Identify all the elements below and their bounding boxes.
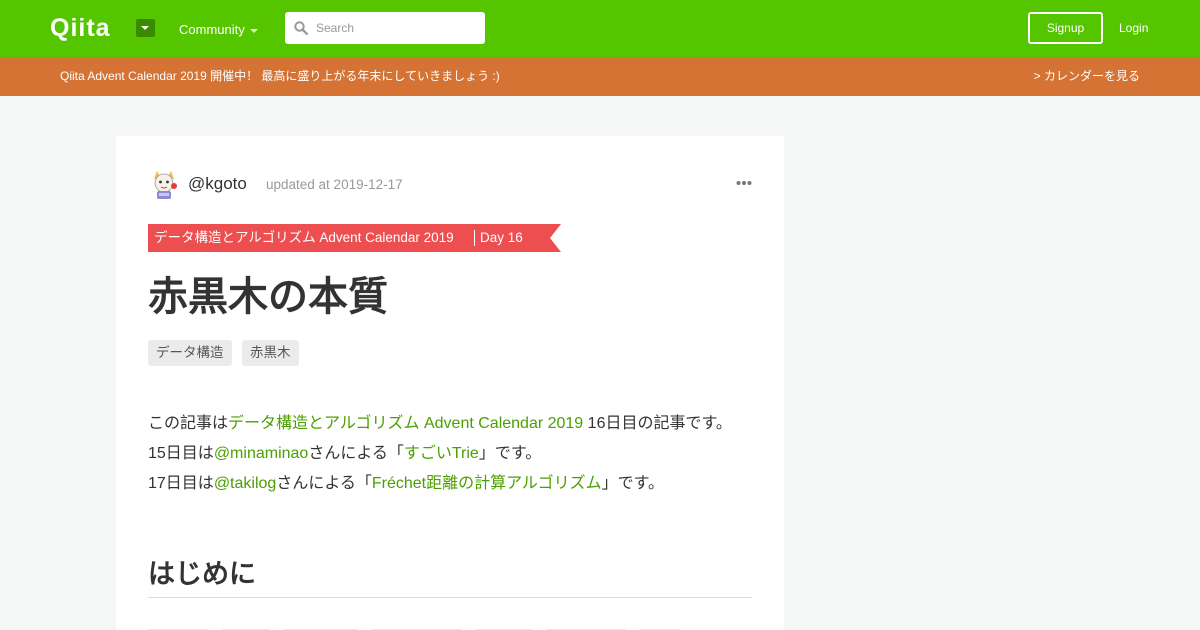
article-link-trie[interactable]: すごいTrie	[404, 445, 479, 462]
advent-calendar-banner: Qiita Advent Calendar 2019 開催中！ 最高に盛り上がる…	[0, 57, 1200, 96]
intro-line-2-suffix: 」です。	[478, 445, 542, 462]
intro-line-2-prefix: 15日目は	[148, 445, 214, 462]
user-link-minaminao[interactable]: @minaminao	[214, 445, 309, 462]
search-icon	[294, 21, 308, 35]
tag-data-structure[interactable]: データ構造	[148, 340, 232, 366]
user-link-takilog[interactable]: @takilog	[214, 475, 277, 492]
login-link[interactable]: Login	[1119, 20, 1148, 36]
search-input[interactable]	[316, 12, 481, 44]
view-calendar-link[interactable]: > カレンダーを見る	[1034, 68, 1140, 84]
search-box	[285, 12, 485, 44]
community-menu[interactable]: Community	[179, 22, 245, 38]
signup-button[interactable]: Signup	[1028, 12, 1103, 44]
logo-dropdown-icon[interactable]	[136, 19, 155, 37]
global-header: Qiita Community Signup Login	[0, 0, 1200, 57]
author-username[interactable]: @kgoto	[188, 174, 247, 194]
intro-line-3-suffix: 」です。	[601, 475, 665, 492]
intro-line-2-middle: さんによる「	[308, 445, 404, 462]
chevron-down-icon	[250, 29, 258, 33]
more-options-icon[interactable]	[736, 180, 752, 186]
section-heading: はじめに	[148, 559, 256, 589]
ribbon-day-label: Day 16	[480, 230, 523, 245]
tag-red-black-tree[interactable]: 赤黒木	[242, 340, 299, 366]
calendar-link[interactable]: データ構造とアルゴリズム Advent Calendar 2019	[228, 415, 583, 432]
intro-line-3-middle: さんによる「	[276, 475, 372, 492]
author-avatar[interactable]	[148, 169, 180, 201]
banner-message: Qiita Advent Calendar 2019 開催中！ 最高に盛り上がる…	[60, 69, 500, 83]
ribbon-calendar-name: データ構造とアルゴリズム Advent Calendar 2019	[154, 230, 454, 245]
intro-line-1: この記事はデータ構造とアルゴリズム Advent Calendar 2019 1…	[148, 413, 732, 435]
intro-line-1-prefix: この記事は	[148, 415, 229, 432]
heading-divider	[148, 597, 752, 598]
ribbon-divider	[474, 230, 475, 246]
intro-line-3-prefix: 17日目は	[148, 475, 214, 492]
advent-calendar-ribbon[interactable]: データ構造とアルゴリズム Advent Calendar 2019 Day 16	[148, 224, 561, 252]
qiita-logo[interactable]: Qiita	[50, 16, 111, 41]
cut-off-text-line	[148, 622, 752, 630]
article-card: @kgoto updated at 2019-12-17 データ構造とアルゴリズ…	[116, 136, 784, 630]
updated-date: updated at 2019-12-17	[266, 177, 403, 192]
article-title: 赤黒木の本質	[148, 275, 388, 319]
article-link-frechet[interactable]: Fréchet距離の計算アルゴリズム	[372, 475, 602, 492]
intro-line-2: 15日目は@minaminaoさんによる「すごいTrie」です。	[148, 443, 541, 465]
intro-line-3: 17日目は@takilogさんによる「Fréchet距離の計算アルゴリズム」です…	[148, 473, 664, 495]
intro-line-1-suffix: 16日目の記事です。	[583, 415, 732, 432]
